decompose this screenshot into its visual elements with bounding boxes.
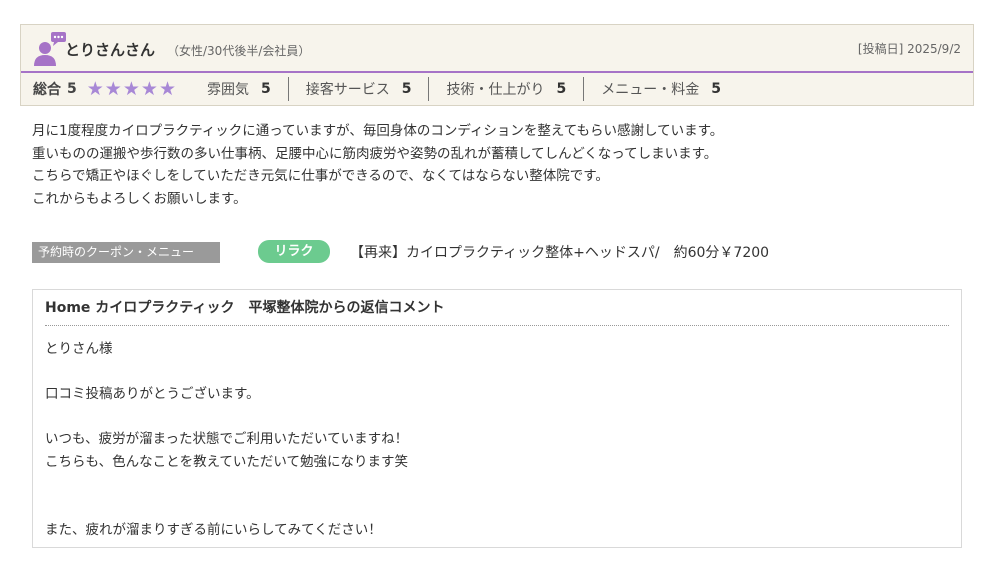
reply-line: また、疲れが溜まりすぎる前にいらしてみてください！ [45,521,382,538]
rating-technique: 技術・仕上がり 5 [428,77,583,101]
rating-score: 5 [711,81,721,97]
reply-title: Home カイロプラクティック 平塚整体院からの返信コメント [45,300,445,316]
star-icon: ★ [86,77,104,100]
overall-label: 総合 [33,82,61,98]
star-icon: ★ [122,77,140,100]
reply-line: 口コミ投稿ありがとうございます。 [45,386,260,403]
rating-score: 5 [260,81,271,97]
reply-line: とりさん様 [45,341,113,357]
review-line: 月に1度程度カイロプラクティックに通っていますが、毎回身体のコンディションを整え… [32,123,724,139]
reply-line: いつも、疲労が溜まった状態でご利用いただいていますね！ [45,431,409,448]
coupon-label: 予約時のクーポン・メニュー [32,242,220,263]
reply-body: とりさん様 口コミ投稿ありがとうございます。 いつも、疲労が溜まった状態でご利用… [45,338,408,541]
rating-score: 5 [556,81,567,97]
star-icon: ★ [104,77,122,100]
overall-score: 5 [67,81,77,97]
ratings-row: 総合 5 ★ ★ ★ ★ ★ 雰囲気 5 接客サービス 5 技術・仕上がり 5 … [21,73,973,105]
reviewer-attributes: （女性/30代後半/会社員） [167,44,311,58]
reply-divider [45,325,949,326]
review-line: こちらで矯正やほぐしをしていただき元気に仕事ができるので、なくてはならない整体院… [32,168,609,185]
rating-label: 技術・仕上がり [446,82,545,98]
reply-line: こちらも、色んなことを教えていただいて勉強になります笑 [45,453,409,470]
post-date: [投稿日] 2025/9/2 [857,42,961,56]
coupon-row: 予約時のクーポン・メニュー リラク 【再来】カイロプラクティック整体+ヘッドスパ… [32,240,972,264]
review-body: 月に1度程度カイロプラクティックに通っていますが、毎回身体のコンディションを整え… [32,120,972,210]
rating-service: 接客サービス 5 [287,77,429,101]
rating-score: 5 [401,81,412,97]
star-icon: ★ [140,77,158,100]
reviewer-name: とりさんさん [65,41,156,59]
reply-box: Home カイロプラクティック 平塚整体院からの返信コメント とりさん様 口コミ… [32,289,962,548]
rating-label: 雰囲気 [206,82,249,98]
reviewer-row: とりさんさん （女性/30代後半/会社員） [投稿日] 2025/9/2 [21,25,973,73]
coupon-menu-link[interactable]: 【再来】カイロプラクティック整体+ヘッドスパ/ 約60分￥7200 [350,242,769,262]
overall-rating: 総合 5 ★ ★ ★ ★ ★ [21,79,177,99]
rating-menu-price: メニュー・料金 5 [583,77,738,101]
review-line: 重いものの運搬や歩行数の多い仕事柄、足腰中心に筋肉疲労や姿勢の乱れが蓄積してしん… [32,145,718,162]
rating-label: メニュー・料金 [601,82,700,98]
user-comment-icon [34,32,66,66]
star-icon: ★ [158,77,176,100]
rating-label: 接客サービス [305,82,390,98]
coupon-category-tag: リラク [258,240,330,263]
rating-atmosphere: 雰囲気 5 [177,77,288,101]
review-header: とりさんさん （女性/30代後半/会社員） [投稿日] 2025/9/2 総合 … [20,24,974,106]
review-line: これからもよろしくお願いします。 [32,190,247,207]
star-rating: ★ ★ ★ ★ ★ [86,77,177,100]
